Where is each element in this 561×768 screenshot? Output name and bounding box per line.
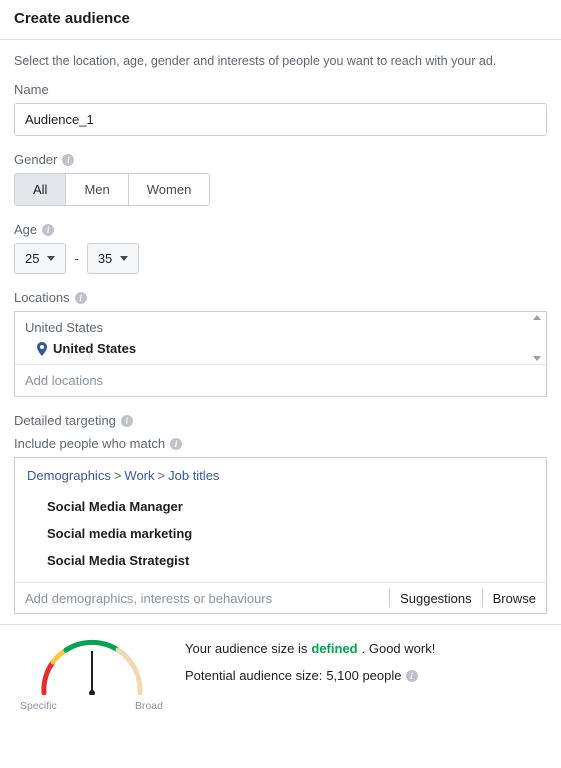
audience-status-line: Your audience size is defined. Good work… (185, 641, 547, 656)
location-item[interactable]: United States (25, 339, 528, 358)
info-icon[interactable]: i (75, 292, 87, 304)
detailed-targeting-label: Detailed targeting i (14, 413, 547, 428)
age-range-separator: - (74, 251, 78, 266)
targeting-breadcrumb: Demographics>Work>Job titles (27, 468, 534, 483)
breadcrumb-link[interactable]: Job titles (168, 468, 219, 483)
add-locations-input[interactable]: Add locations (15, 364, 546, 396)
age-min-select[interactable]: 25 (14, 243, 66, 274)
gender-section: Gender i All Men Women (14, 152, 547, 206)
info-icon[interactable]: i (62, 154, 74, 166)
locations-section: Locations i United States United States … (14, 290, 547, 397)
age-label: Age i (14, 222, 547, 237)
dialog-title: Create audience (14, 10, 547, 27)
suggestions-button[interactable]: Suggestions (400, 591, 472, 606)
dialog-body: Select the location, age, gender and int… (0, 40, 561, 624)
caret-down-icon (120, 256, 128, 261)
caret-down-icon (47, 256, 55, 261)
gender-option-women[interactable]: Women (129, 174, 210, 205)
name-label: Name (14, 82, 547, 97)
map-pin-icon (37, 342, 47, 356)
gender-option-men[interactable]: Men (66, 174, 128, 205)
info-icon[interactable]: i (121, 415, 133, 427)
name-section: Name (14, 82, 547, 136)
targeting-item[interactable]: Social Media Manager (27, 493, 534, 520)
info-icon[interactable]: i (42, 224, 54, 236)
browse-button[interactable]: Browse (493, 591, 536, 606)
info-icon[interactable]: i (170, 438, 182, 450)
breadcrumb-link[interactable]: Work (124, 468, 154, 483)
locations-label: Locations i (14, 290, 547, 305)
gauge-specific-label: Specific (20, 700, 57, 712)
info-icon[interactable]: i (406, 670, 418, 682)
gauge-icon (32, 635, 152, 695)
gender-label: Gender i (14, 152, 547, 167)
divider (482, 589, 483, 607)
scroll-up-icon[interactable] (533, 315, 541, 320)
breadcrumb-link[interactable]: Demographics (27, 468, 111, 483)
scroll-down-icon[interactable] (533, 356, 541, 361)
age-max-select[interactable]: 35 (87, 243, 139, 274)
targeting-item[interactable]: Social media marketing (27, 520, 534, 547)
gender-segmented-control: All Men Women (14, 173, 210, 206)
divider (389, 589, 390, 607)
dialog-header: Create audience (0, 0, 561, 40)
gauge-broad-label: Broad (135, 700, 163, 712)
potential-size-line: Potential audience size: 5,100 people i (185, 668, 547, 683)
targeting-box: Demographics>Work>Job titles Social Medi… (14, 457, 547, 614)
potential-size-value: 5,100 people (326, 668, 401, 683)
include-match-label: Include people who match i (14, 436, 547, 451)
audience-size-footer: Specific Broad Your audience size is def… (0, 624, 561, 726)
audience-info: Your audience size is defined. Good work… (185, 635, 547, 695)
location-group-label: United States (25, 318, 528, 339)
locations-box: United States United States Add location… (14, 311, 547, 397)
audience-name-input[interactable] (14, 103, 547, 136)
audience-status-word: defined (311, 641, 357, 656)
add-targeting-input[interactable]: Add demographics, interests or behaviour… (25, 591, 379, 606)
age-section: Age i 25 - 35 (14, 222, 547, 274)
locations-list: United States United States (15, 312, 546, 364)
targeting-item[interactable]: Social Media Strategist (27, 547, 534, 574)
locations-scrollbar[interactable] (529, 313, 545, 363)
targeting-footer: Add demographics, interests or behaviour… (15, 582, 546, 613)
intro-text: Select the location, age, gender and int… (14, 54, 547, 68)
audience-gauge: Specific Broad (14, 635, 169, 712)
gender-option-all[interactable]: All (15, 174, 66, 205)
